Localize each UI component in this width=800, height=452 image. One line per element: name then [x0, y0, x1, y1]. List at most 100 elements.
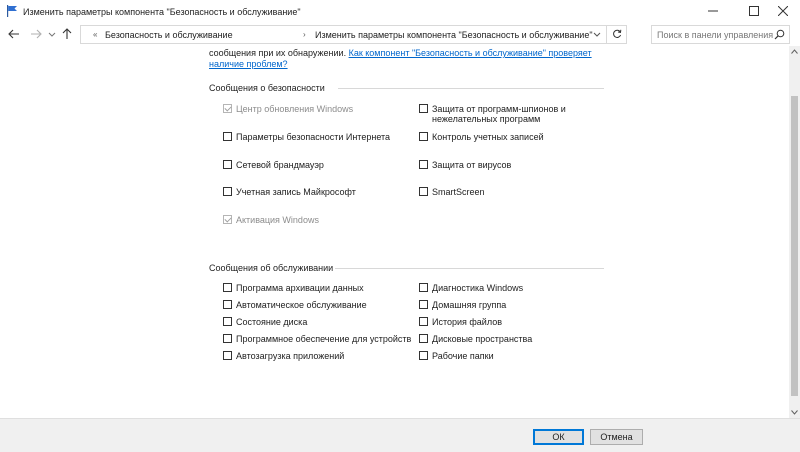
checkbox-virus-protection[interactable]: Защита от вирусов	[419, 160, 511, 170]
security-section-title: Сообщения о безопасности	[209, 83, 325, 93]
checkbox-automatic-maintenance[interactable]: Автоматическое обслуживание	[223, 300, 367, 310]
checkbox-file-history[interactable]: История файлов	[419, 317, 502, 327]
search-placeholder: Поиск в панели управления	[657, 30, 774, 40]
checkbox-label: Учетная запись Майкрософт	[236, 187, 356, 197]
checkbox-box[interactable]	[223, 317, 232, 326]
checkbox-box[interactable]	[223, 215, 232, 224]
checkbox-box[interactable]	[419, 317, 428, 326]
checkbox-label: История файлов	[432, 317, 502, 327]
checkbox-label: Домашняя группа	[432, 300, 507, 310]
intro-text: сообщения при их обнаружении. Как компон…	[209, 48, 629, 70]
close-button[interactable]	[766, 0, 800, 22]
scroll-up-icon[interactable]	[789, 46, 800, 57]
forward-button[interactable]	[28, 27, 44, 43]
back-button[interactable]	[6, 27, 22, 43]
checkbox-label-line1: Защита от программ-шпионов и	[432, 104, 566, 114]
checkbox-label: Активация Windows	[236, 215, 319, 225]
checkbox-label: Программное обеспечение для устройств	[236, 334, 412, 344]
checkbox-box[interactable]	[223, 300, 232, 309]
checkbox-label: Сетевой брандмауэр	[236, 160, 324, 170]
checkbox-label: Дисковые пространства	[432, 334, 533, 344]
maintenance-section-title: Сообщения об обслуживании	[209, 263, 334, 273]
checkbox-label: Автоматическое обслуживание	[236, 300, 367, 310]
checkbox-internet-security[interactable]: Параметры безопасности Интернета	[223, 132, 390, 142]
checkbox-label: Центр обновления Windows	[236, 104, 354, 114]
checkbox-label: Программа архивации данных	[236, 283, 364, 293]
close-icon	[778, 6, 788, 16]
checkbox-label-line2: нежелательных программ	[432, 114, 541, 124]
arrow-right-icon	[30, 29, 42, 41]
checkbox-box[interactable]	[223, 283, 232, 292]
scroll-down-icon[interactable]	[789, 407, 800, 418]
checkbox-label: Рабочие папки	[432, 351, 494, 361]
checkbox-box[interactable]	[419, 187, 428, 196]
checkbox-smartscreen[interactable]: SmartScreen	[419, 187, 485, 197]
checkbox-microsoft-account[interactable]: Учетная запись Майкрософт	[223, 187, 356, 197]
maximize-icon	[749, 6, 759, 16]
checkbox-box[interactable]	[419, 334, 428, 343]
checkbox-label: Автозагрузка приложений	[236, 351, 345, 361]
chevron-down-icon	[48, 30, 56, 40]
checkbox-homegroup[interactable]: Домашняя группа	[419, 300, 506, 310]
checkbox-startup-apps[interactable]: Автозагрузка приложений	[223, 351, 344, 361]
checkbox-windows-update[interactable]: Центр обновления Windows	[223, 104, 353, 114]
chevron-down-icon	[593, 30, 601, 40]
checkbox-work-folders[interactable]: Рабочие папки	[419, 351, 494, 361]
checkbox-box[interactable]	[223, 351, 232, 360]
minimize-button[interactable]	[696, 0, 730, 22]
arrow-left-icon	[8, 29, 20, 41]
title-bar: Изменить параметры компонента "Безопасно…	[0, 0, 800, 24]
checkbox-box[interactable]	[223, 104, 232, 113]
arrow-up-icon	[62, 28, 72, 42]
breadcrumb-item-current[interactable]: Изменить параметры компонента "Безопасно…	[315, 30, 593, 40]
breadcrumb-overflow[interactable]: «	[93, 30, 97, 39]
checkbox-label: Диагностика Windows	[432, 283, 524, 293]
checkbox-box[interactable]	[419, 351, 428, 360]
checkbox-box[interactable]	[419, 283, 428, 292]
checkbox-box[interactable]	[419, 132, 428, 141]
checkbox-box[interactable]	[223, 187, 232, 196]
intro-text-body: сообщения при их обнаружении.	[209, 48, 349, 58]
vertical-scrollbar[interactable]	[789, 46, 800, 418]
checkbox-box[interactable]	[223, 132, 232, 141]
security-section-divider	[338, 88, 604, 89]
flag-icon	[6, 5, 18, 17]
checkbox-label: SmartScreen	[432, 187, 485, 197]
scrollbar-thumb[interactable]	[791, 96, 798, 396]
settings-panel: сообщения при их обнаружении. Как компон…	[0, 46, 789, 418]
window-title: Изменить параметры компонента "Безопасно…	[23, 7, 301, 17]
checkbox-spyware-protection[interactable]: Защита от программ-шпионов и нежелательны…	[419, 104, 566, 124]
address-dropdown-button[interactable]	[590, 27, 604, 43]
checkbox-device-software[interactable]: Программное обеспечение для устройств	[223, 334, 411, 344]
checkbox-box[interactable]	[223, 160, 232, 169]
maintenance-section-divider	[335, 268, 604, 269]
checkbox-storage-spaces[interactable]: Дисковые пространства	[419, 334, 532, 344]
checkbox-box[interactable]	[419, 104, 428, 113]
breadcrumb-separator-icon[interactable]: ›	[303, 30, 306, 39]
ok-button[interactable]: ОК	[533, 429, 584, 445]
address-bar[interactable]: « Безопасность и обслуживание › Изменить…	[80, 25, 627, 44]
checkbox-label: Контроль учетных записей	[432, 132, 544, 142]
checkbox-windows-activation[interactable]: Активация Windows	[223, 215, 319, 225]
cancel-button[interactable]: Отмена	[590, 429, 643, 445]
checkbox-backup[interactable]: Программа архивации данных	[223, 283, 364, 293]
checkbox-label: Состояние диска	[236, 317, 308, 327]
checkbox-windows-troubleshooting[interactable]: Диагностика Windows	[419, 283, 523, 293]
checkbox-label: Защита от вирусов	[432, 160, 512, 170]
recent-pages-button[interactable]	[44, 27, 60, 43]
checkbox-network-firewall[interactable]: Сетевой брандмауэр	[223, 160, 324, 170]
checkbox-user-account-control[interactable]: Контроль учетных записей	[419, 132, 544, 142]
checkbox-label: Параметры безопасности Интернета	[236, 132, 391, 142]
up-button[interactable]	[59, 27, 75, 43]
checkbox-drive-status[interactable]: Состояние диска	[223, 317, 307, 327]
search-input[interactable]: Поиск в панели управления	[651, 25, 790, 44]
checkbox-box[interactable]	[419, 300, 428, 309]
search-icon[interactable]	[774, 29, 785, 42]
refresh-button[interactable]	[606, 26, 626, 43]
checkbox-box[interactable]	[223, 334, 232, 343]
breadcrumb-item-security[interactable]: Безопасность и обслуживание	[105, 30, 233, 40]
checkbox-box[interactable]	[419, 160, 428, 169]
checkbox-label: Защита от программ-шпионов и нежелательны…	[432, 104, 566, 124]
refresh-icon	[612, 29, 622, 41]
minimize-icon	[708, 6, 718, 16]
